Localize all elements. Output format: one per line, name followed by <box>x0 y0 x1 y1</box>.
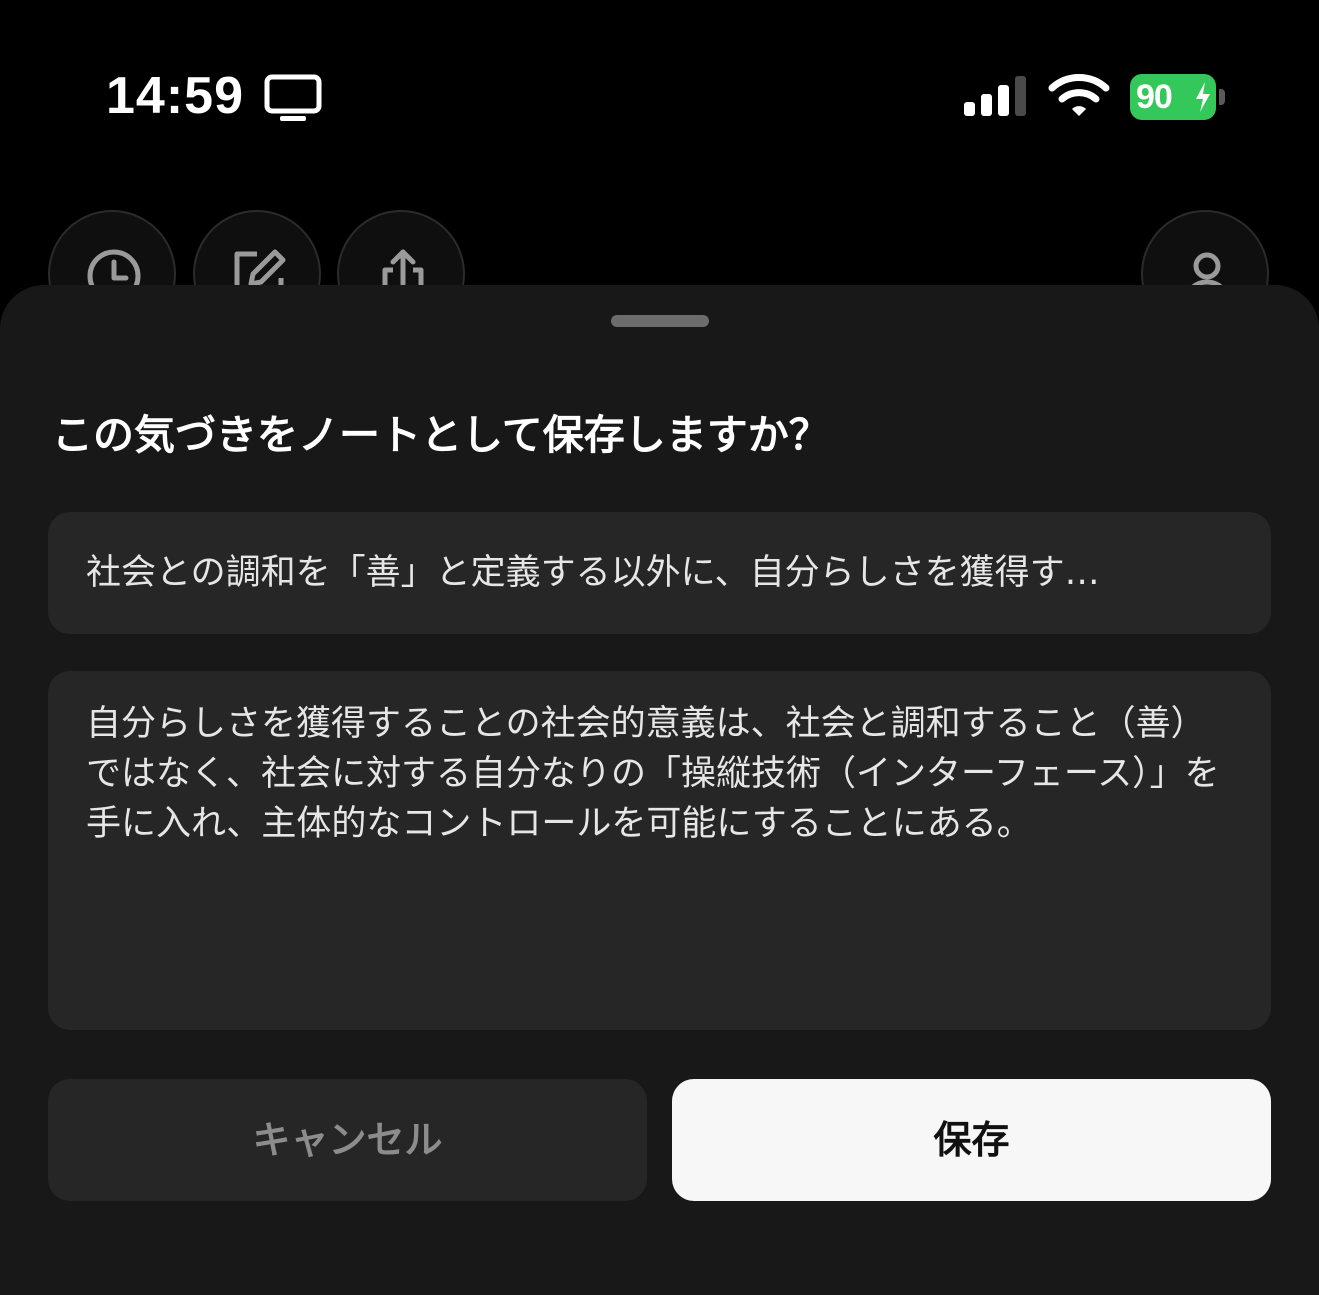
battery-charging-icon <box>1196 82 1210 112</box>
cellular-signal-icon <box>964 76 1026 116</box>
save-button[interactable]: 保存 <box>672 1079 1271 1201</box>
battery-indicator: 90 <box>1130 74 1226 120</box>
save-note-sheet: この気づきをノートとして保存しますか？ 社会との調和を「善」と定義する以外に、自… <box>0 285 1319 1295</box>
status-time: 14:59 <box>106 67 244 125</box>
wifi-icon <box>1048 74 1110 116</box>
cancel-button[interactable]: キャンセル <box>48 1079 647 1201</box>
battery-cap <box>1219 89 1225 105</box>
note-title-text: 社会との調和を「善」と定義する以外に、自分らしさを獲得す… <box>86 553 1100 593</box>
sheet-title: この気づきをノートとして保存しますか？ <box>52 411 830 459</box>
note-body-field[interactable]: 自分らしさを獲得することの社会的意義は、社会と調和すること（善）ではなく、社会に… <box>48 671 1271 1030</box>
note-body-text: 自分らしさを獲得することの社会的意義は、社会と調和すること（善）ではなく、社会に… <box>86 704 1220 844</box>
status-bar: 14:59 90 <box>0 0 1319 190</box>
screen-mirroring-icon <box>264 74 322 121</box>
sheet-grabber[interactable] <box>611 315 709 327</box>
note-title-field[interactable]: 社会との調和を「善」と定義する以外に、自分らしさを獲得す… <box>48 512 1271 634</box>
